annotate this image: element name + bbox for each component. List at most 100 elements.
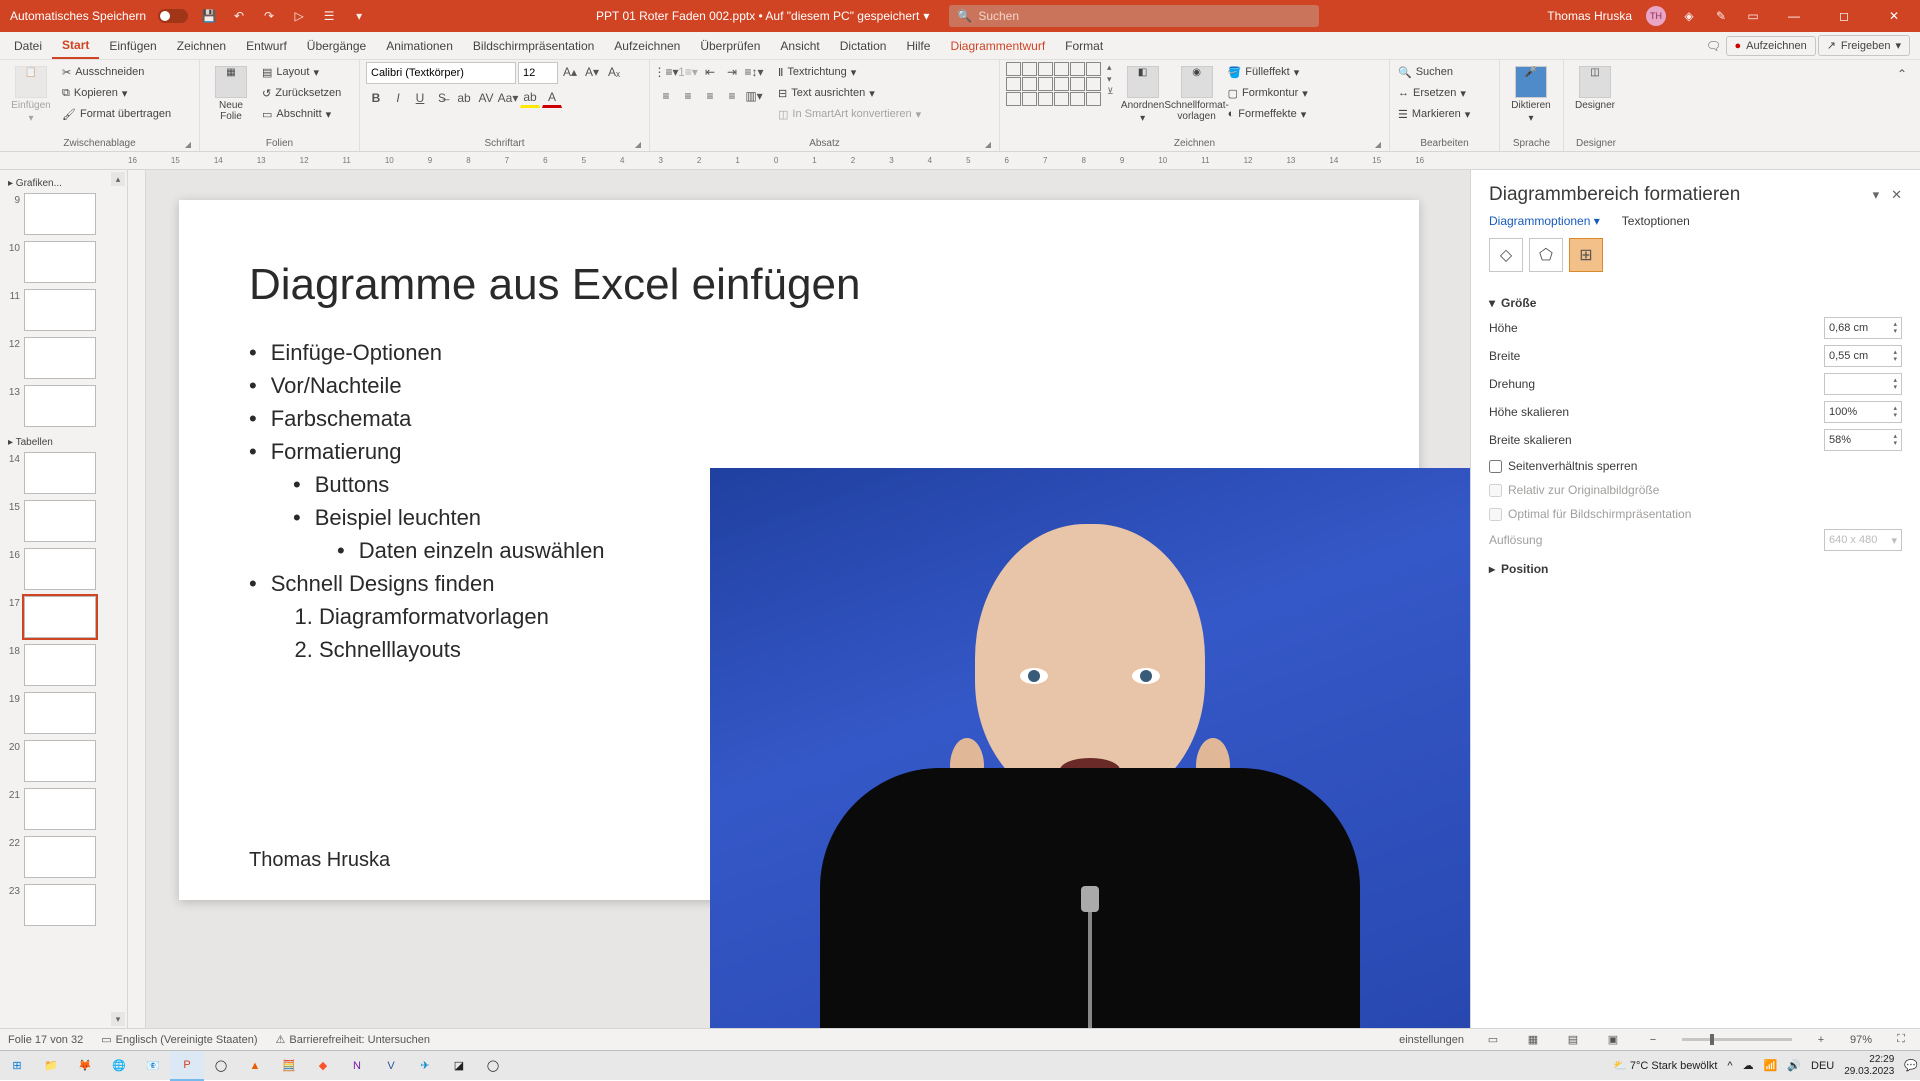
tab-format[interactable]: Format xyxy=(1055,32,1113,59)
select-button[interactable]: ☰Markieren▾ xyxy=(1396,104,1472,124)
app-icon[interactable]: ◪ xyxy=(442,1051,476,1081)
horizontal-ruler[interactable]: 1615141312111098765432101234567891011121… xyxy=(0,152,1920,170)
scale-width-spinner[interactable]: 58%▴▾ xyxy=(1824,429,1902,451)
record-button[interactable]: ●Aufzeichnen xyxy=(1726,36,1816,56)
section-header[interactable]: ▸ Tabellen xyxy=(2,433,125,452)
slide-author[interactable]: Thomas Hruska xyxy=(249,849,390,872)
slide-thumbnail[interactable]: 9 xyxy=(2,193,125,235)
slide-thumbnail[interactable]: 17 xyxy=(2,596,125,638)
pane-fill-icon[interactable]: ◇ xyxy=(1489,238,1523,272)
pane-tab-chart-options[interactable]: Diagrammoptionen ▾ xyxy=(1489,214,1600,228)
underline-icon[interactable]: U xyxy=(410,88,430,108)
change-case-icon[interactable]: Aa▾ xyxy=(498,88,518,108)
drawing-launcher-icon[interactable]: ◢ xyxy=(1375,140,1381,149)
slide-thumbnail[interactable]: 21 xyxy=(2,788,125,830)
fit-to-window-icon[interactable]: ⛶ xyxy=(1890,1031,1912,1049)
outlook-icon[interactable]: 📧 xyxy=(136,1051,170,1081)
onedrive-icon[interactable]: ☁ xyxy=(1743,1059,1754,1072)
vlc-icon[interactable]: ▲ xyxy=(238,1051,272,1081)
coming-soon-icon[interactable]: ◈ xyxy=(1680,7,1698,25)
pane-options-icon[interactable]: ▾ xyxy=(1873,187,1880,203)
justify-icon[interactable]: ≡ xyxy=(722,86,742,106)
tray-overflow-icon[interactable]: ^ xyxy=(1727,1060,1732,1072)
telegram-icon[interactable]: ✈ xyxy=(408,1051,442,1081)
tab-animationen[interactable]: Animationen xyxy=(376,32,463,59)
share-button[interactable]: ↗Freigeben▾ xyxy=(1818,35,1910,56)
status-slide-count[interactable]: Folie 17 von 32 xyxy=(8,1034,83,1046)
zoom-in-icon[interactable]: + xyxy=(1810,1031,1832,1049)
sorter-view-icon[interactable]: ▦ xyxy=(1522,1031,1544,1049)
shrink-font-icon[interactable]: A▾ xyxy=(582,62,602,82)
tab-zeichnen[interactable]: Zeichnen xyxy=(167,32,236,59)
dictate-button[interactable]: 🎤Diktieren▾ xyxy=(1506,62,1556,124)
tab-dictation[interactable]: Dictation xyxy=(830,32,897,59)
paste-button[interactable]: 📋Einfügen▾ xyxy=(6,62,56,124)
volume-icon[interactable]: 🔊 xyxy=(1787,1059,1801,1072)
zoom-level[interactable]: 97% xyxy=(1850,1034,1872,1046)
vertical-ruler[interactable] xyxy=(128,170,146,1028)
copy-button[interactable]: ⧉Kopieren▾ xyxy=(60,83,173,103)
align-text-button[interactable]: ⊟Text ausrichten▾ xyxy=(776,83,923,103)
shape-fill-button[interactable]: 🪣Fülleffekt▾ xyxy=(1226,62,1310,82)
bullet-l1[interactable]: Vor/Nachteile xyxy=(249,369,1349,402)
bullet-l1[interactable]: Formatierung xyxy=(249,435,1349,468)
firefox-icon[interactable]: 🦊 xyxy=(68,1051,102,1081)
zoom-slider[interactable] xyxy=(1682,1038,1792,1041)
user-avatar[interactable]: TH xyxy=(1646,6,1666,26)
chrome-icon[interactable]: 🌐 xyxy=(102,1051,136,1081)
grow-font-icon[interactable]: A▴ xyxy=(560,62,580,82)
calc-icon[interactable]: 🧮 xyxy=(272,1051,306,1081)
slide-thumbnail[interactable]: 19 xyxy=(2,692,125,734)
user-name[interactable]: Thomas Hruska xyxy=(1547,9,1632,23)
bullets-icon[interactable]: ⋮≡▾ xyxy=(656,62,676,82)
ribbon-mode-icon[interactable]: ✎ xyxy=(1712,7,1730,25)
italic-icon[interactable]: I xyxy=(388,88,408,108)
status-einstellungen[interactable]: einstellungen xyxy=(1399,1034,1464,1046)
size-section-header[interactable]: ▾Größe xyxy=(1489,288,1902,314)
shape-effects-button[interactable]: ◐Formeffekte▾ xyxy=(1226,104,1310,124)
shapes-gallery[interactable] xyxy=(1006,62,1101,106)
slideshow-from-start-icon[interactable]: ▷ xyxy=(290,7,308,25)
arrange-button[interactable]: ◧Anordnen▾ xyxy=(1118,62,1168,124)
line-spacing-icon[interactable]: ≡↕▾ xyxy=(744,62,764,82)
tab-einfuegen[interactable]: Einfügen xyxy=(99,32,166,59)
section-button[interactable]: ▭Abschnitt▾ xyxy=(260,104,343,124)
qat-customize-icon[interactable]: ▾ xyxy=(350,7,368,25)
minimize-button[interactable]: — xyxy=(1776,0,1812,32)
visio-icon[interactable]: V xyxy=(374,1051,408,1081)
slide-thumbnail[interactable]: 10 xyxy=(2,241,125,283)
pane-tab-text-options[interactable]: Textoptionen xyxy=(1622,214,1690,228)
width-spinner[interactable]: 0,55 cm▴▾ xyxy=(1824,345,1902,367)
slideshow-view-icon[interactable]: ▣ xyxy=(1602,1031,1624,1049)
cut-button[interactable]: ✂Ausschneiden xyxy=(60,62,173,82)
gallery-up-icon[interactable]: ▴ xyxy=(1107,62,1114,73)
slide-thumbnail[interactable]: 22 xyxy=(2,836,125,878)
height-spinner[interactable]: 0,68 cm▴▾ xyxy=(1824,317,1902,339)
tab-entwurf[interactable]: Entwurf xyxy=(236,32,297,59)
redo-icon[interactable]: ↷ xyxy=(260,7,278,25)
slide-thumbnail[interactable]: 14 xyxy=(2,452,125,494)
status-language[interactable]: ▭Englisch (Vereinigte Staaten) xyxy=(101,1033,257,1046)
char-spacing-icon[interactable]: AV xyxy=(476,88,496,108)
normal-view-icon[interactable]: ▭ xyxy=(1482,1031,1504,1049)
highlight-icon[interactable]: ab xyxy=(520,88,540,108)
slide-thumbnail[interactable]: 12 xyxy=(2,337,125,379)
new-slide-button[interactable]: ▦Neue Folie xyxy=(206,62,256,122)
powerpoint-icon[interactable]: P xyxy=(170,1051,204,1081)
strike-icon[interactable]: S̶ xyxy=(432,88,452,108)
weather-widget[interactable]: ⛅ 7°C Stark bewölkt xyxy=(1613,1059,1717,1072)
reading-view-icon[interactable]: ▤ xyxy=(1562,1031,1584,1049)
autosave-toggle[interactable] xyxy=(158,9,188,23)
find-button[interactable]: 🔍Suchen xyxy=(1396,62,1472,82)
designer-button[interactable]: ◫Designer xyxy=(1570,62,1620,111)
increase-indent-icon[interactable]: ⇥ xyxy=(722,62,742,82)
status-accessibility[interactable]: ⚠Barrierefreiheit: Untersuchen xyxy=(276,1033,431,1046)
font-launcher-icon[interactable]: ◢ xyxy=(635,140,641,149)
replace-button[interactable]: ↔Ersetzen▾ xyxy=(1396,83,1472,103)
slide-thumbnail[interactable]: 20 xyxy=(2,740,125,782)
slide-thumbnail[interactable]: 11 xyxy=(2,289,125,331)
collapse-ribbon-icon[interactable]: ⌃ xyxy=(1892,64,1912,84)
decrease-indent-icon[interactable]: ⇤ xyxy=(700,62,720,82)
tab-bildschirmpraesentation[interactable]: Bildschirmpräsentation xyxy=(463,32,604,59)
tab-datei[interactable]: Datei xyxy=(4,32,52,59)
